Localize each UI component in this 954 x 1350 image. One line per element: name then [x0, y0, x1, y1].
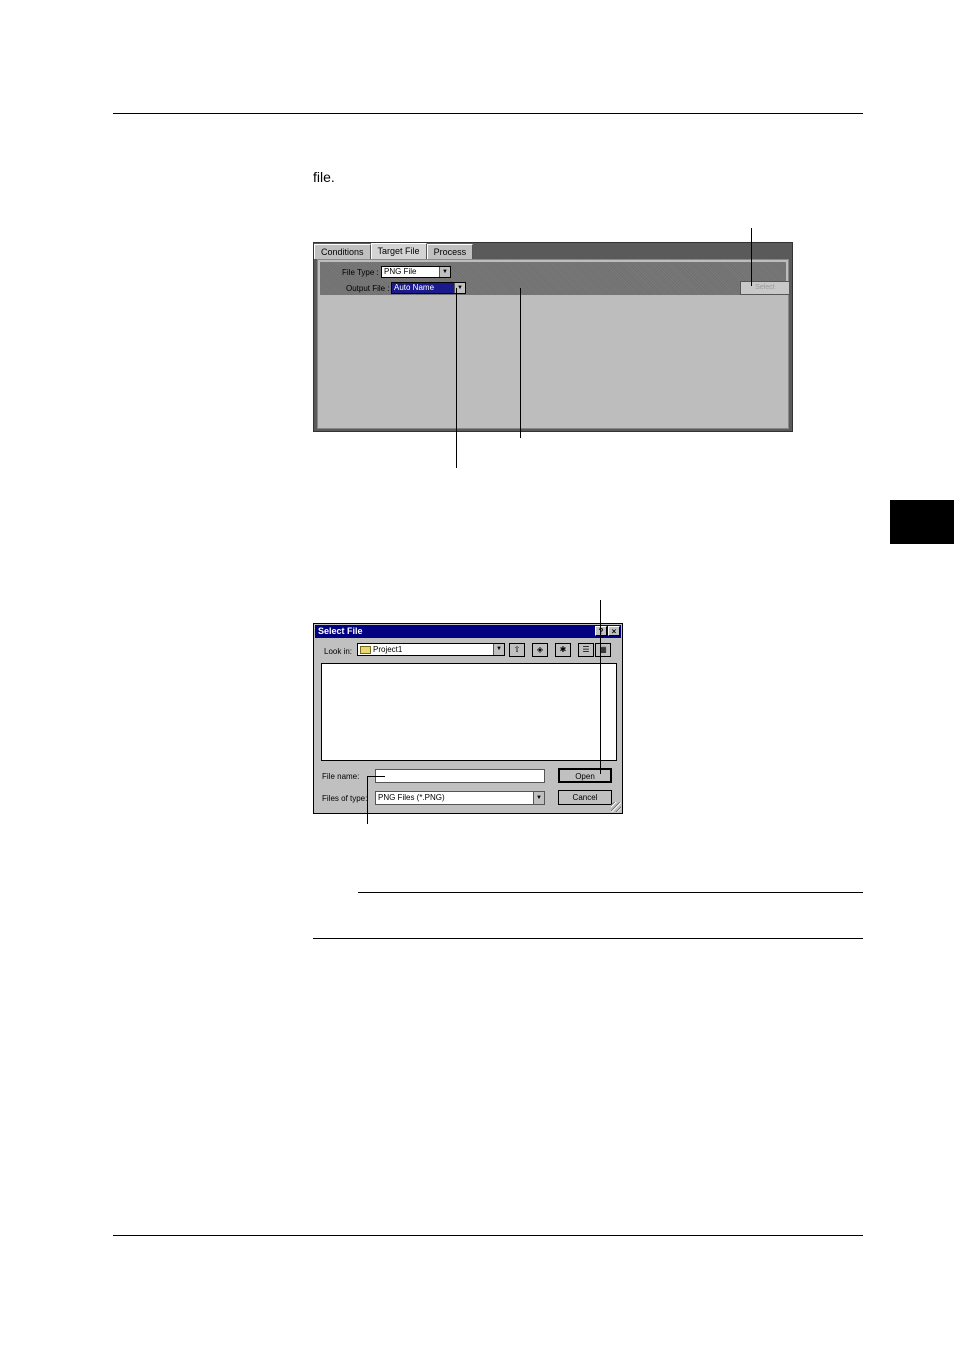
callout-line-file-name	[367, 776, 368, 824]
file-list[interactable]	[321, 663, 617, 761]
dropdown-arrow-icon[interactable]: ▼	[493, 644, 504, 655]
select-button[interactable]: Select	[740, 281, 790, 295]
callout-line-pane	[520, 288, 521, 438]
tab-process[interactable]: Process	[426, 244, 474, 259]
tab-target-file[interactable]: Target File	[370, 243, 427, 259]
tab-bar: Conditions Target File Process	[314, 243, 474, 259]
output-file-label: Output File :	[346, 284, 390, 293]
callout-line-open	[600, 600, 601, 774]
note-rule-bottom	[313, 938, 863, 939]
dropdown-arrow-icon[interactable]: ▼	[439, 267, 450, 277]
look-in-label: Look in:	[324, 647, 353, 656]
callout-tick-file-name	[367, 776, 385, 777]
select-file-dialog: Select File ? × Look in: Project1 ▼ ⇧ ◈ …	[313, 623, 623, 814]
open-button[interactable]: Open	[558, 768, 612, 783]
help-button[interactable]: ?	[595, 626, 607, 636]
file-name-label: File name:	[322, 772, 360, 781]
files-of-type-select[interactable]: PNG Files (*.PNG) ▼	[375, 791, 545, 805]
output-file-select[interactable]: Auto Name ▼	[391, 282, 466, 294]
new-folder-icon[interactable]: ✱	[555, 643, 571, 657]
note-rule-top	[358, 892, 863, 893]
footer-rule	[113, 1235, 863, 1236]
up-folder-icon[interactable]: ⇧	[509, 643, 525, 657]
callout-line-select	[751, 228, 752, 286]
files-of-type-label: Files of type:	[322, 794, 368, 803]
file-name-input[interactable]	[375, 769, 545, 783]
target-file-pane: File Type : PNG File ▼ Output File : Aut…	[317, 259, 790, 429]
resize-grip[interactable]	[611, 802, 621, 812]
header-rule	[113, 113, 863, 114]
close-button[interactable]: ×	[608, 626, 620, 636]
file-type-value: PNG File	[384, 267, 417, 276]
output-file-value: Auto Name	[394, 283, 435, 292]
file-type-select[interactable]: PNG File ▼	[381, 266, 451, 278]
dropdown-arrow-icon[interactable]: ▼	[533, 792, 544, 804]
cancel-button[interactable]: Cancel	[558, 790, 612, 805]
desktop-icon[interactable]: ◈	[532, 643, 548, 657]
chapter-index-tab	[890, 500, 954, 544]
details-view-icon[interactable]: ▦	[595, 643, 611, 657]
file-type-label: File Type :	[342, 268, 379, 277]
files-of-type-value: PNG Files (*.PNG)	[378, 793, 445, 802]
look-in-value: Project1	[373, 645, 403, 654]
body-text: file.	[313, 169, 335, 185]
tab-conditions[interactable]: Conditions	[314, 244, 371, 259]
list-view-icon[interactable]: ☰	[578, 643, 594, 657]
look-in-select[interactable]: Project1 ▼	[357, 643, 505, 656]
folder-icon	[360, 645, 371, 654]
target-file-panel: Conditions Target File Process File Type…	[313, 242, 793, 432]
dialog-title: Select File	[315, 625, 621, 638]
callout-line-output-file	[456, 288, 457, 468]
